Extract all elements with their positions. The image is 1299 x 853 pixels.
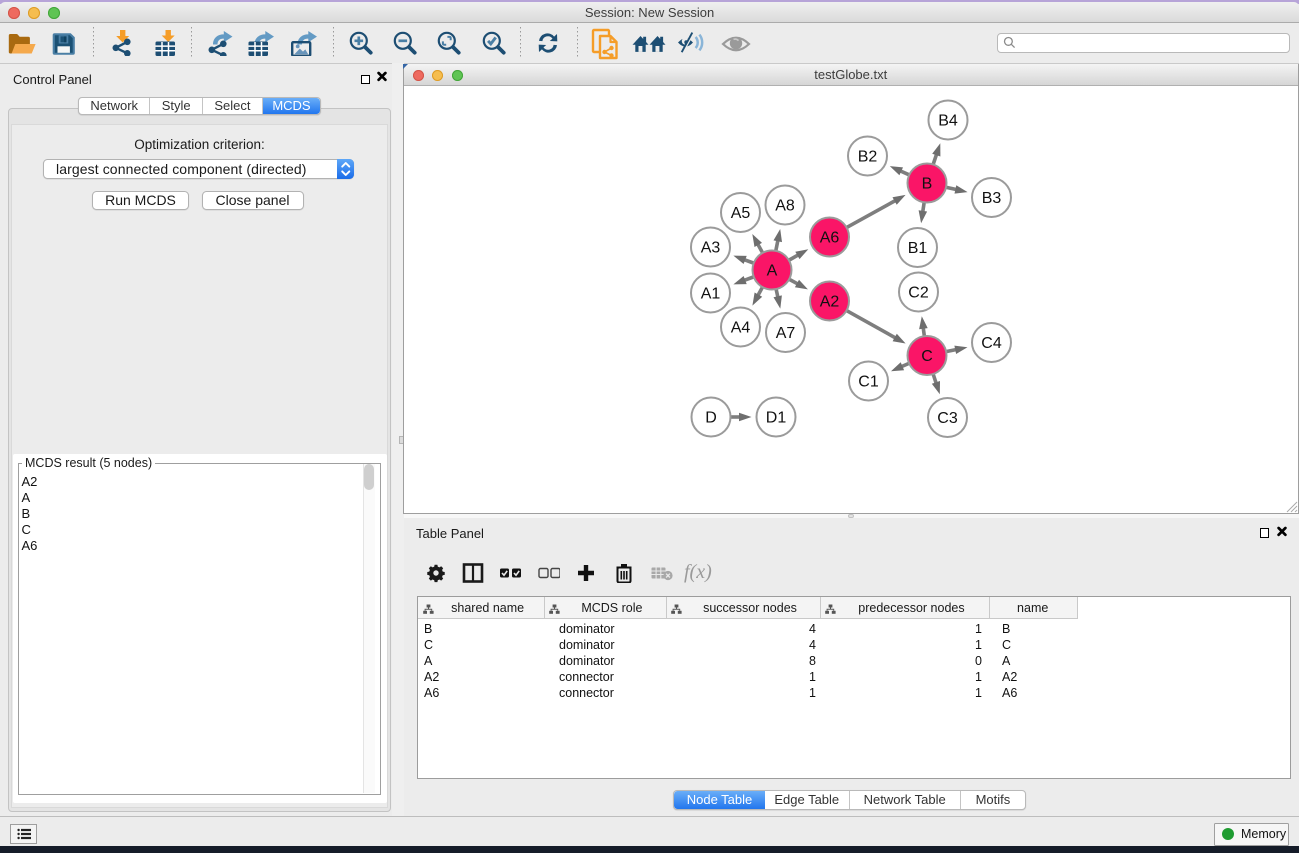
svg-text:B1: B1	[908, 240, 928, 257]
svg-text:C: C	[921, 348, 933, 365]
svg-text:C4: C4	[981, 335, 1002, 352]
svg-text:A5: A5	[731, 205, 751, 222]
svg-text:B: B	[922, 176, 933, 193]
svg-text:A6: A6	[820, 230, 840, 247]
svg-text:C2: C2	[908, 285, 929, 302]
svg-text:A7: A7	[776, 325, 796, 342]
svg-text:B3: B3	[982, 190, 1002, 207]
svg-text:B2: B2	[858, 149, 878, 166]
svg-text:C3: C3	[937, 410, 958, 427]
svg-text:C1: C1	[858, 374, 879, 391]
svg-text:B4: B4	[938, 113, 958, 130]
svg-text:A: A	[767, 263, 778, 280]
svg-text:D: D	[705, 410, 717, 427]
svg-text:A3: A3	[701, 240, 721, 257]
svg-text:A1: A1	[701, 286, 721, 303]
svg-text:D1: D1	[766, 410, 787, 427]
svg-text:A2: A2	[820, 294, 840, 311]
svg-text:A4: A4	[731, 320, 751, 337]
svg-text:A8: A8	[775, 198, 795, 215]
